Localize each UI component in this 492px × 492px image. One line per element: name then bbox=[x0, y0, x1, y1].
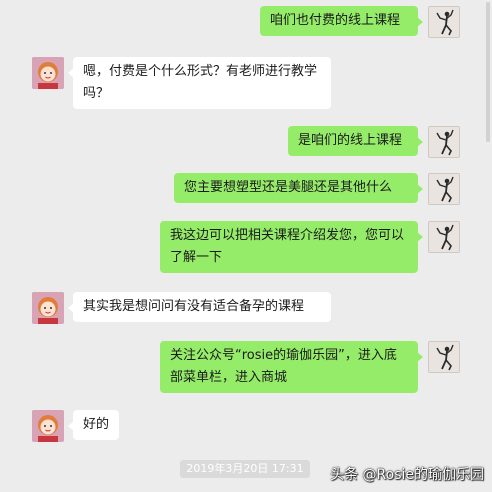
chat-message[interactable]: 关注公众号“rosie的瑜伽乐园”，进入底部菜单栏，进入商城 bbox=[160, 341, 423, 393]
chat-screen: 咱们也付费的线上课程 嗯，付费是个什么形式？有老师进行教学吗？ 是咱们的线上课程 bbox=[0, 0, 492, 492]
chat-message[interactable]: 咱们也付费的线上课程 bbox=[260, 6, 423, 36]
yoga-pose-icon bbox=[429, 7, 459, 37]
my-avatar[interactable] bbox=[428, 126, 460, 158]
chat-message[interactable]: 您主要想塑型还是美腿还是其他什么 bbox=[174, 173, 423, 203]
yoga-pose-icon bbox=[429, 174, 459, 204]
chat-message[interactable]: 嗯，付费是个什么形式？有老师进行教学吗？ bbox=[68, 57, 331, 109]
timestamp-label: 2019年3月20日 17:31 bbox=[180, 460, 310, 478]
my-avatar[interactable] bbox=[428, 341, 460, 373]
my-avatar[interactable] bbox=[428, 6, 460, 38]
watermark-text: 头条 @Rosie的瑜伽乐园 bbox=[330, 467, 484, 483]
my-avatar[interactable] bbox=[428, 173, 460, 205]
chat-scrollbar[interactable] bbox=[486, 2, 490, 142]
chat-message[interactable]: 好的 bbox=[68, 410, 119, 440]
yoga-pose-icon bbox=[429, 342, 459, 372]
cartoon-girl-icon bbox=[32, 292, 64, 324]
contact-avatar[interactable] bbox=[32, 57, 64, 89]
my-avatar[interactable] bbox=[428, 221, 460, 253]
cartoon-girl-icon bbox=[32, 57, 64, 89]
contact-avatar[interactable] bbox=[32, 292, 64, 324]
chat-message[interactable]: 是咱们的线上课程 bbox=[288, 126, 423, 156]
yoga-pose-icon bbox=[429, 222, 459, 252]
yoga-pose-icon bbox=[429, 127, 459, 157]
chat-message[interactable]: 我这边可以把相关课程介绍发您，您可以了解一下 bbox=[160, 221, 423, 273]
contact-avatar[interactable] bbox=[32, 410, 64, 442]
cartoon-girl-icon bbox=[32, 410, 64, 442]
chat-message[interactable]: 其实我是想问问有没有适合备孕的课程 bbox=[68, 292, 331, 322]
